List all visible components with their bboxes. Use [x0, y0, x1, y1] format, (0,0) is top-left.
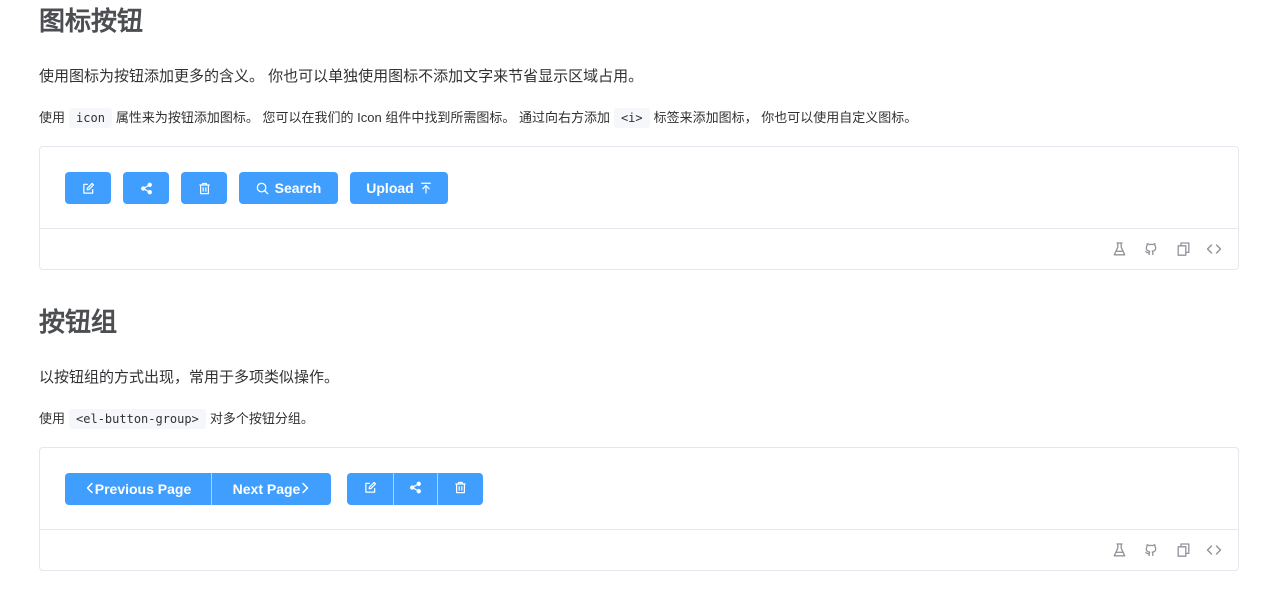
delete-button[interactable]: [437, 473, 483, 505]
share-icon: [140, 182, 153, 195]
next-page-label: Next Page: [232, 481, 301, 497]
desc-text: 属性来为按钮添加图标。 您可以在我们的 Icon 组件中找到所需图标。 通过向右…: [115, 110, 610, 125]
share-icon: [409, 481, 422, 497]
desc-text: 对多个按钮分组。: [209, 411, 314, 426]
github-icon[interactable]: [1143, 241, 1159, 257]
demo-preview: Previous Page Next Page: [40, 448, 1238, 530]
flask-icon[interactable]: [1111, 241, 1127, 257]
upload-button-label: Upload: [366, 180, 414, 196]
share-button[interactable]: [123, 172, 169, 204]
desc-text: 使用: [39, 411, 66, 426]
edit-icon: [82, 182, 95, 195]
search-icon: [256, 182, 269, 195]
upload-button[interactable]: Upload: [350, 172, 448, 204]
github-icon[interactable]: [1143, 542, 1159, 558]
copy-icon[interactable]: [1175, 542, 1191, 558]
section-lead-button-group: 以按钮组的方式出现，常用于多项类似操作。: [39, 369, 340, 386]
desc-text: 标签来添加图标， 你也可以使用自定义图标。: [653, 110, 918, 125]
flask-icon[interactable]: [1111, 542, 1127, 558]
search-button[interactable]: Search: [239, 172, 338, 204]
previous-page-label: Previous Page: [94, 481, 192, 497]
edit-button[interactable]: [347, 473, 393, 505]
section-desc-button-group: 使用 <el-button-group> 对多个按钮分组。: [39, 409, 314, 429]
copy-icon[interactable]: [1175, 241, 1191, 257]
action-button-group: [347, 473, 483, 505]
arrow-left-icon: [85, 481, 95, 497]
delete-icon: [198, 182, 211, 195]
next-page-button[interactable]: Next Page: [211, 473, 331, 505]
previous-page-button[interactable]: Previous Page: [65, 473, 211, 505]
inline-code: <i>: [613, 108, 650, 128]
edit-icon: [364, 481, 377, 497]
demo-preview: Search Upload: [40, 147, 1238, 229]
delete-button[interactable]: [181, 172, 227, 204]
section-lead-icon-buttons: 使用图标为按钮添加更多的含义。 你也可以单独使用图标不添加文字来节省显示区域占用…: [39, 68, 644, 85]
arrow-right-icon: [300, 481, 310, 497]
code-icon[interactable]: [1206, 241, 1222, 257]
desc-text: 使用: [39, 110, 66, 125]
demo-block-button-group: Previous Page Next Page: [39, 447, 1239, 571]
section-desc-icon-buttons: 使用 icon 属性来为按钮添加图标。 您可以在我们的 Icon 组件中找到所需图标…: [39, 108, 917, 128]
search-button-label: Search: [274, 180, 322, 196]
section-title-icon-buttons: 图标按钮: [39, 6, 144, 36]
upload-icon: [420, 182, 432, 194]
demo-toolbar: [40, 530, 1238, 570]
demo-block-icon-buttons: Search Upload: [39, 146, 1239, 270]
section-title-button-group: 按钮组: [39, 307, 118, 337]
share-button[interactable]: [393, 473, 437, 505]
inline-code: icon: [69, 108, 112, 128]
demo-toolbar: [40, 229, 1238, 269]
edit-button[interactable]: [65, 172, 111, 204]
delete-icon: [454, 481, 467, 497]
pagination-button-group: Previous Page Next Page: [65, 473, 331, 505]
inline-code: <el-button-group>: [69, 409, 206, 429]
code-icon[interactable]: [1206, 542, 1222, 558]
